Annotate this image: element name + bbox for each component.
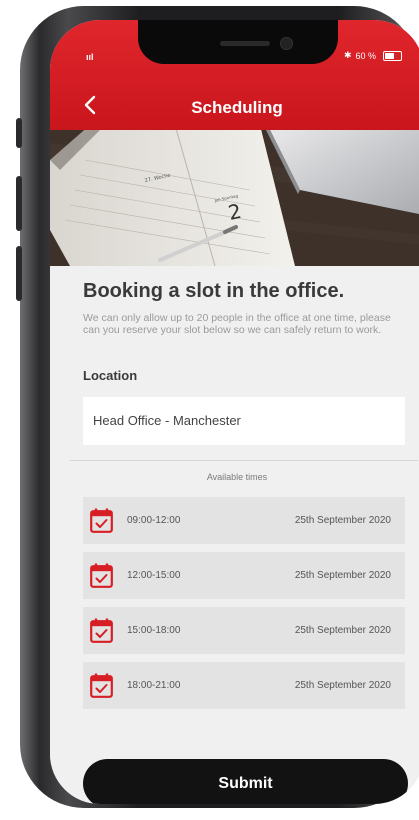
phone-screen: ııl ✱ 60 % Scheduling 2 27. Woche Juli S…: [50, 20, 419, 804]
slot-time: 18:00-21:00: [127, 680, 181, 691]
volume-up-button: [16, 176, 22, 231]
status-right: ✱ 60 %: [344, 50, 402, 61]
time-slot[interactable]: 15:00-18:00 25th September 2020: [83, 607, 405, 654]
notch: [138, 20, 338, 64]
diary-photo: 2 27. Woche Juli Sonntag: [50, 130, 419, 266]
slot-time: 12:00-15:00: [127, 570, 181, 581]
calendar-check-icon: [90, 508, 113, 533]
slot-date: 25th September 2020: [294, 625, 391, 636]
volume-down-button: [16, 246, 22, 301]
bluetooth-icon: ✱: [343, 50, 352, 60]
slot-time: 15:00-18:00: [127, 625, 181, 636]
calendar-check-icon: [90, 673, 113, 698]
signal-icon: ııl: [86, 52, 94, 62]
booking-content: Booking a slot in the office. We can onl…: [50, 266, 419, 804]
booking-description: We can only allow up to 20 people in the…: [83, 312, 391, 336]
time-slot[interactable]: 18:00-21:00 25th September 2020: [83, 662, 405, 709]
location-label: Location: [83, 368, 138, 383]
battery-percent: 60 %: [355, 50, 376, 61]
submit-button[interactable]: Submit: [83, 759, 408, 804]
battery-icon: [383, 50, 402, 61]
calendar-check-icon: [90, 563, 113, 588]
calendar-check-icon: [90, 618, 113, 643]
hero-image: 2 27. Woche Juli Sonntag: [50, 130, 419, 266]
slot-date: 25th September 2020: [294, 680, 391, 691]
front-camera: [280, 37, 293, 50]
available-times-label: Available times: [206, 472, 268, 482]
divider: [70, 460, 418, 461]
time-slot[interactable]: 12:00-15:00 25th September 2020: [83, 552, 405, 599]
mute-switch: [16, 118, 22, 148]
slot-date: 25th September 2020: [294, 570, 391, 581]
slot-date: 25th September 2020: [294, 515, 391, 526]
time-slot[interactable]: 09:00-12:00 25th September 2020: [83, 497, 405, 544]
app-header: ııl ✱ 60 % Scheduling: [50, 20, 419, 130]
location-field[interactable]: Head Office - Manchester: [83, 397, 405, 445]
phone-frame: ııl ✱ 60 % Scheduling 2 27. Woche Juli S…: [16, 6, 419, 808]
time-slot-list: 09:00-12:00 25th September 2020 12:00-15…: [83, 497, 405, 717]
slot-time: 09:00-12:00: [127, 515, 181, 526]
page-title: Scheduling: [191, 98, 283, 117]
booking-heading: Booking a slot in the office.: [83, 280, 345, 302]
speaker-grille: [220, 41, 270, 46]
